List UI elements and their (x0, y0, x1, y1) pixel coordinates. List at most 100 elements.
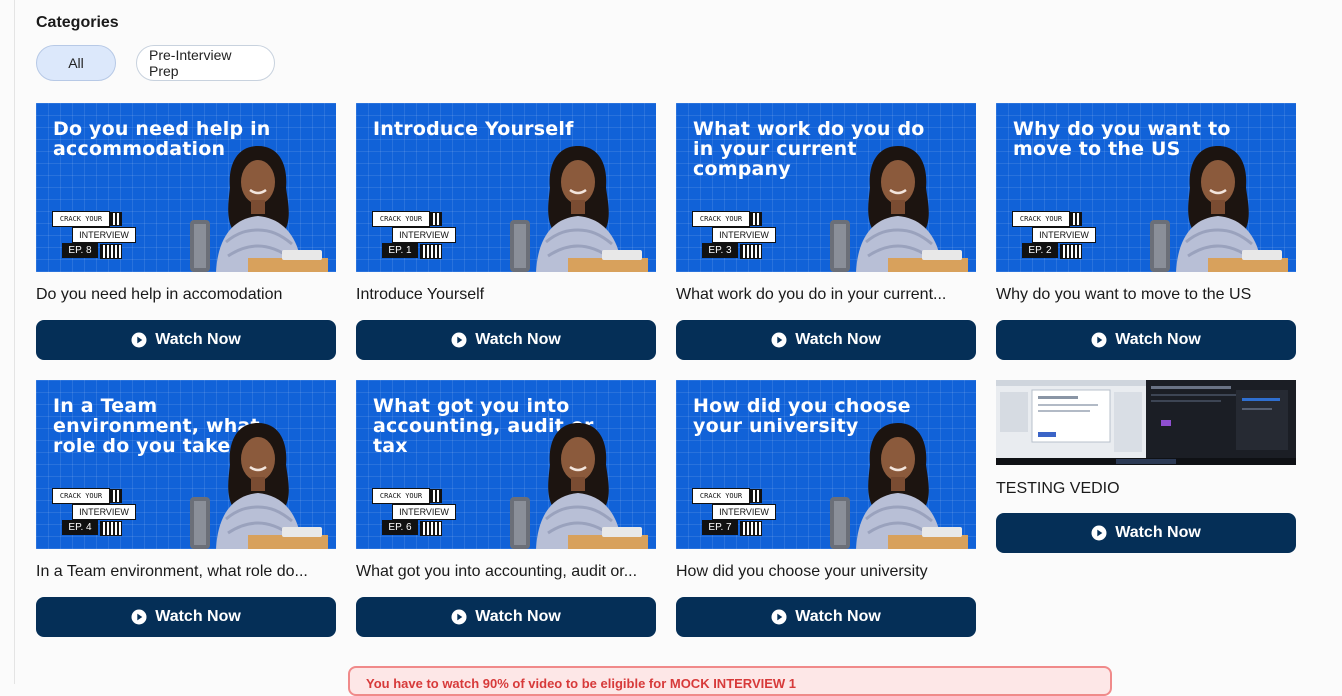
video-title: Why do you want to move to the US (996, 286, 1252, 303)
crack-your-interview-badge: CRACK YOUR INTERVIEW EP. 4 (52, 487, 142, 539)
video-title: What work do you do in your current... (676, 286, 947, 303)
badge-line1: CRACK YOUR (372, 211, 430, 227)
episode-label: EP. 6 (382, 520, 418, 535)
play-icon (1091, 332, 1107, 348)
badge-line2: INTERVIEW (72, 504, 136, 520)
badge-line2: INTERVIEW (1032, 227, 1096, 243)
video-card: Do you need help in accommodation CRACK … (36, 103, 336, 360)
episode-label: EP. 7 (702, 520, 738, 535)
video-thumbnail[interactable]: Introduce Yourself CRACK YOUR INTERVIEW … (356, 103, 656, 272)
watch-now-button[interactable]: Watch Now (996, 513, 1296, 553)
watch-now-button[interactable]: Watch Now (356, 320, 656, 360)
categories-heading: Categories (36, 14, 119, 31)
video-thumbnail[interactable]: What work do you do in your current comp… (676, 103, 976, 272)
badge-line1: CRACK YOUR (52, 211, 110, 227)
watch-now-button[interactable]: Watch Now (36, 320, 336, 360)
badge-line1: CRACK YOUR (52, 488, 110, 504)
badge-stripe (420, 244, 442, 259)
presenter-image (190, 423, 328, 549)
watch-now-label: Watch Now (1115, 524, 1201, 541)
badge-stripe (110, 489, 122, 503)
video-title: What got you into accounting, audit or..… (356, 563, 638, 580)
play-icon (771, 332, 787, 348)
badge-stripe (750, 212, 762, 226)
video-thumbnail[interactable]: In a Team environment, what role do you … (36, 380, 336, 549)
badge-line2: INTERVIEW (72, 227, 136, 243)
video-card: How did you choose your university CRACK… (676, 380, 976, 637)
badge-stripe (100, 244, 122, 259)
badge-line2: INTERVIEW (712, 227, 776, 243)
video-thumbnail[interactable]: Do you need help in accommodation CRACK … (36, 103, 336, 272)
crack-your-interview-badge: CRACK YOUR INTERVIEW EP. 2 (1012, 210, 1102, 262)
badge-stripe (740, 244, 762, 259)
badge-line1: CRACK YOUR (1012, 211, 1070, 227)
play-icon (771, 609, 787, 625)
watch-now-button[interactable]: Watch Now (676, 320, 976, 360)
crack-your-interview-badge: CRACK YOUR INTERVIEW EP. 6 (372, 487, 462, 539)
watch-now-button[interactable]: Watch Now (676, 597, 976, 637)
watch-now-label: Watch Now (155, 608, 241, 625)
badge-line2: INTERVIEW (392, 504, 456, 520)
video-card: In a Team environment, what role do you … (36, 380, 336, 637)
presenter-image (1150, 146, 1288, 272)
badge-line2: INTERVIEW (712, 504, 776, 520)
presenter-image (190, 146, 328, 272)
video-thumbnail[interactable]: How did you choose your university CRACK… (676, 380, 976, 549)
video-card: Introduce Yourself CRACK YOUR INTERVIEW … (356, 103, 656, 360)
episode-label: EP. 2 (1022, 243, 1058, 258)
watch-now-label: Watch Now (795, 331, 881, 348)
presenter-image (830, 146, 968, 272)
play-icon (451, 609, 467, 625)
play-icon (131, 332, 147, 348)
page-left-divider (14, 0, 15, 684)
badge-stripe (1060, 244, 1082, 259)
presenter-image (830, 423, 968, 549)
video-card: What got you into accounting, audit or t… (356, 380, 656, 637)
badge-stripe (100, 521, 122, 536)
chip-pre-interview-prep[interactable]: Pre-Interview Prep (136, 45, 275, 81)
video-title: How did you choose your university (676, 563, 928, 580)
video-title: Do you need help in accomodation (36, 286, 283, 303)
play-icon (131, 609, 147, 625)
chip-all[interactable]: All (36, 45, 116, 81)
watch-now-button[interactable]: Watch Now (996, 320, 1296, 360)
video-card: Why do you want to move to the US CRACK … (996, 103, 1296, 360)
watch-now-button[interactable]: Watch Now (356, 597, 656, 637)
crack-your-interview-badge: CRACK YOUR INTERVIEW EP. 8 (52, 210, 142, 262)
presenter-image (510, 423, 648, 549)
badge-line1: CRACK YOUR (692, 488, 750, 504)
eligibility-notice: You have to watch 90% of video to be eli… (348, 666, 1112, 696)
watch-now-label: Watch Now (475, 608, 561, 625)
badge-line1: CRACK YOUR (372, 488, 430, 504)
category-chips: All Pre-Interview Prep (36, 45, 275, 81)
screen-recording-thumbnail[interactable] (996, 380, 1296, 465)
watch-now-button[interactable]: Watch Now (36, 597, 336, 637)
episode-label: EP. 8 (62, 243, 98, 258)
crack-your-interview-badge: CRACK YOUR INTERVIEW EP. 1 (372, 210, 462, 262)
video-title: TESTING VEDIO (996, 480, 1120, 497)
badge-stripe (430, 212, 442, 226)
badge-stripe (430, 489, 442, 503)
watch-now-label: Watch Now (1115, 331, 1201, 348)
play-icon (451, 332, 467, 348)
crack-your-interview-badge: CRACK YOUR INTERVIEW EP. 3 (692, 210, 782, 262)
episode-label: EP. 3 (702, 243, 738, 258)
badge-stripe (740, 521, 762, 536)
video-card: What work do you do in your current comp… (676, 103, 976, 360)
episode-label: EP. 1 (382, 243, 418, 258)
video-title: Introduce Yourself (356, 286, 485, 303)
badge-stripe (1070, 212, 1082, 226)
badge-line2: INTERVIEW (392, 227, 456, 243)
presenter-image (510, 146, 648, 272)
video-thumbnail[interactable]: What got you into accounting, audit or t… (356, 380, 656, 549)
badge-stripe (110, 212, 122, 226)
video-thumbnail[interactable]: Why do you want to move to the US CRACK … (996, 103, 1296, 272)
watch-now-label: Watch Now (475, 331, 561, 348)
episode-label: EP. 4 (62, 520, 98, 535)
crack-your-interview-badge: CRACK YOUR INTERVIEW EP. 7 (692, 487, 782, 539)
badge-stripe (420, 521, 442, 536)
badge-stripe (750, 489, 762, 503)
video-title: In a Team environment, what role do... (36, 563, 308, 580)
watch-now-label: Watch Now (795, 608, 881, 625)
watch-now-label: Watch Now (155, 331, 241, 348)
